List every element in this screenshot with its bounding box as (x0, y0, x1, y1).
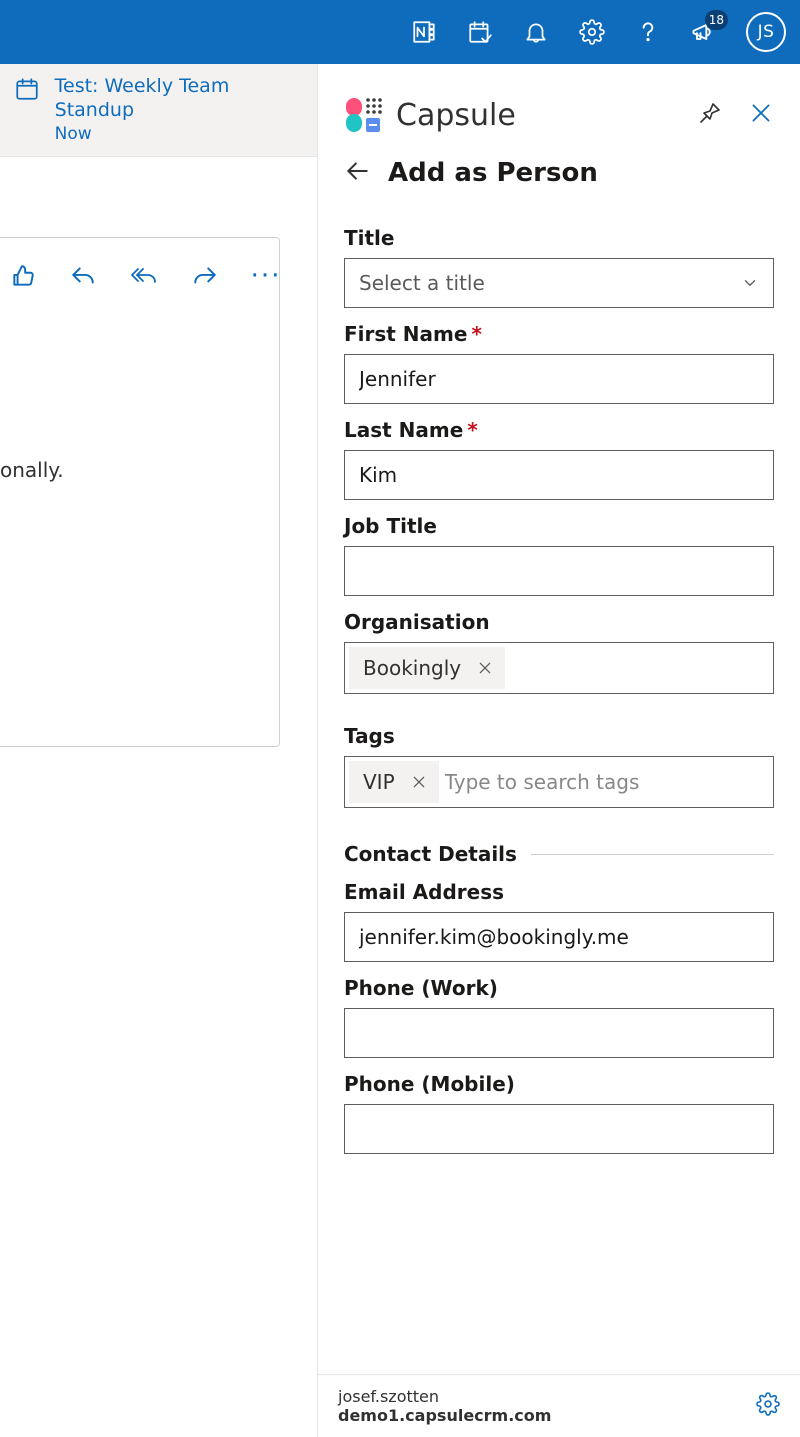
organisation-chip-label: Bookingly (363, 656, 461, 680)
footer-user: josef.szotten (338, 1387, 551, 1406)
addin-footer: josef.szotten demo1.capsulecrm.com (318, 1374, 800, 1437)
forward-icon[interactable] (192, 262, 218, 290)
outlook-left-column: Test: Weekly Team Standup Now (0, 64, 318, 1437)
message-body-fragment: onally. (0, 458, 64, 482)
help-icon[interactable] (634, 18, 662, 46)
reply-icon[interactable] (70, 262, 96, 290)
outlook-command-bar: 18 JS (0, 0, 800, 64)
back-icon[interactable] (344, 158, 370, 188)
tags-text-input[interactable] (445, 770, 769, 794)
avatar[interactable]: JS (746, 12, 786, 52)
notifications-icon[interactable] (522, 18, 550, 46)
organisation-text-input[interactable] (511, 656, 769, 680)
notification-badge: 18 (705, 10, 728, 30)
last-name-input[interactable] (344, 450, 774, 500)
tag-chip-label: VIP (363, 770, 395, 794)
capsule-addin-panel: Capsule Add a (318, 64, 800, 1437)
more-actions-icon[interactable]: ··· (252, 262, 280, 290)
my-day-icon[interactable] (466, 18, 494, 46)
pin-icon[interactable] (698, 101, 722, 129)
phone-mobile-label: Phone (Mobile) (344, 1072, 774, 1096)
calendar-event-banner[interactable]: Test: Weekly Team Standup Now (0, 64, 317, 157)
organisation-label: Organisation (344, 610, 774, 634)
add-person-form: Title Select a title First Name* Last Na… (318, 212, 800, 1374)
event-title: Test: Weekly Team Standup (55, 74, 303, 122)
footer-domain: demo1.capsulecrm.com (338, 1406, 551, 1425)
addin-brand: Capsule (396, 98, 516, 133)
title-label: Title (344, 226, 774, 250)
organisation-chip: Bookingly (349, 647, 505, 689)
onenote-feed-icon[interactable] (410, 18, 438, 46)
title-select[interactable]: Select a title (344, 258, 774, 308)
first-name-label: First Name* (344, 322, 774, 346)
screen-title: Add as Person (388, 158, 598, 188)
phone-mobile-input[interactable] (344, 1104, 774, 1154)
tag-chip: VIP (349, 761, 439, 803)
remove-chip-icon[interactable] (409, 772, 429, 792)
reply-all-icon[interactable] (130, 262, 158, 290)
job-title-input[interactable] (344, 546, 774, 596)
last-name-label: Last Name* (344, 418, 774, 442)
reading-pane: ··· onally. (0, 157, 317, 1437)
chevron-down-icon (741, 274, 759, 292)
addin-header: Capsule (318, 64, 800, 156)
message-card: ··· onally. (0, 237, 280, 747)
close-icon[interactable] (748, 100, 774, 130)
first-name-input[interactable] (344, 354, 774, 404)
like-icon[interactable] (10, 262, 36, 290)
tags-label: Tags (344, 724, 774, 748)
job-title-label: Job Title (344, 514, 774, 538)
remove-chip-icon[interactable] (475, 658, 495, 678)
email-label: Email Address (344, 880, 774, 904)
addin-settings-icon[interactable] (756, 1392, 780, 1420)
event-time: Now (55, 124, 303, 144)
phone-work-input[interactable] (344, 1008, 774, 1058)
settings-icon[interactable] (578, 18, 606, 46)
calendar-icon (14, 74, 43, 144)
tags-input[interactable]: VIP (344, 756, 774, 808)
megaphone-icon[interactable]: 18 (690, 18, 718, 46)
title-select-value: Select a title (359, 271, 485, 295)
email-input[interactable] (344, 912, 774, 962)
contact-details-divider: Contact Details (344, 842, 774, 866)
phone-work-label: Phone (Work) (344, 976, 774, 1000)
capsule-logo-icon (344, 94, 382, 136)
contact-details-label: Contact Details (344, 842, 517, 866)
organisation-input[interactable]: Bookingly (344, 642, 774, 694)
